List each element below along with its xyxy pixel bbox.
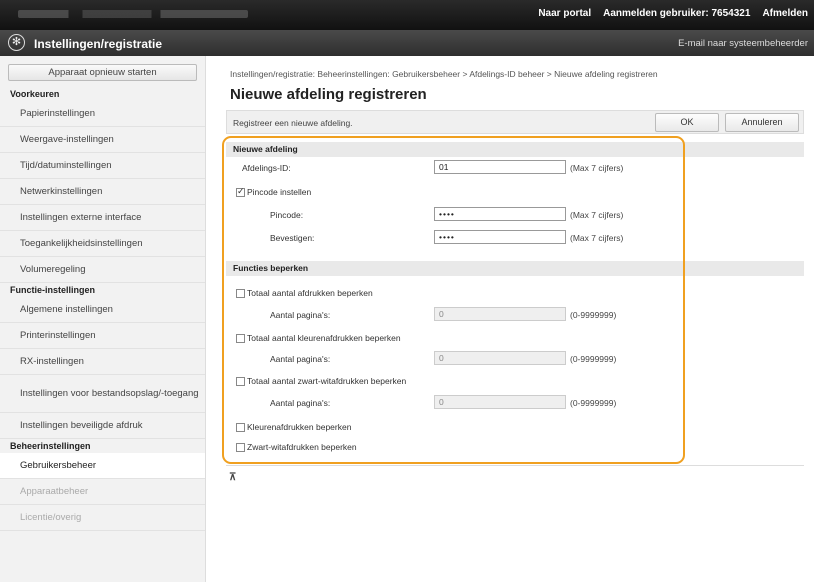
sidebar-item-rx-settings[interactable]: RX-instellingen xyxy=(0,349,205,375)
restrict-bw-label: Zwart-witafdrukken beperken xyxy=(247,442,357,452)
sidebar-group-preferences: Voorkeuren xyxy=(10,89,60,99)
panel-bottom-divider xyxy=(226,465,804,466)
color-prints-range: (0-9999999) xyxy=(570,354,617,364)
sidebar-item-secure-print[interactable]: Instellingen beveiligde afdruk xyxy=(0,413,205,439)
pin-hint: (Max 7 cijfers) xyxy=(570,210,624,220)
sidebar-item-volume[interactable]: Volumeregeling xyxy=(0,257,205,283)
settings-logo-icon: ✻ xyxy=(8,34,25,51)
page-title: Nieuwe afdeling registreren xyxy=(230,86,427,103)
bw-prints-label: Totaal aantal zwart-witafdrukken beperke… xyxy=(247,376,407,386)
sidebar-item-external-interface[interactable]: Instellingen externe interface xyxy=(0,205,205,231)
logout-link[interactable]: Afmelden xyxy=(762,8,808,19)
section-new-department: Nieuwe afdeling xyxy=(226,142,804,157)
action-description: Registreer een nieuwe afdeling. xyxy=(233,118,353,128)
total-prints-pages-label: Aantal pagina's: xyxy=(270,310,331,320)
confirm-pin-hint: (Max 7 cijfers) xyxy=(570,233,624,243)
restrict-color-checkbox[interactable] xyxy=(236,423,245,432)
sidebar-item-device-management[interactable]: Apparaatbeheer xyxy=(0,479,205,505)
action-bar: Registreer een nieuwe afdeling. OK Annul… xyxy=(226,110,804,134)
dept-id-field[interactable]: 01 xyxy=(434,160,566,174)
total-prints-checkbox[interactable] xyxy=(236,289,245,298)
sidebar-item-network-settings[interactable]: Netwerkinstellingen xyxy=(0,179,205,205)
section-restrict-functions: Functies beperken xyxy=(226,261,804,276)
top-links: Naar portal Aanmelden gebruiker: 7654321… xyxy=(538,8,808,19)
cancel-button[interactable]: Annuleren xyxy=(725,113,799,132)
sidebar-group-management-settings: Beheerinstellingen xyxy=(10,441,91,451)
form-panel: Nieuwe afdeling Afdelings-ID: 01 (Max 7 … xyxy=(226,140,804,462)
scroll-to-top-icon[interactable]: ⊼ xyxy=(229,472,236,483)
set-pin-label: Pincode instellen xyxy=(247,187,312,197)
app-title: Instellingen/registratie xyxy=(34,37,163,51)
bw-prints-pages-label: Aantal pagina's: xyxy=(270,398,331,408)
total-prints-label: Totaal aantal afdrukken beperken xyxy=(247,288,373,298)
pin-label: Pincode: xyxy=(270,210,304,220)
color-prints-pages-field[interactable]: 0 xyxy=(434,351,566,365)
ok-button[interactable]: OK xyxy=(655,113,719,132)
color-prints-label: Totaal aantal kleurenafdrukken beperken xyxy=(247,333,401,343)
total-prints-range: (0-9999999) xyxy=(570,310,617,320)
confirm-pin-field[interactable]: •••• xyxy=(434,230,566,244)
sidebar-item-accessibility[interactable]: Toegankelijkheidsinstellingen xyxy=(0,231,205,257)
confirm-pin-label: Bevestigen: xyxy=(270,233,315,243)
logged-in-user: Aanmelden gebruiker: 7654321 xyxy=(603,8,750,19)
logged-in-label: Aanmelden gebruiker: xyxy=(603,8,709,19)
color-prints-checkbox[interactable] xyxy=(236,334,245,343)
restart-device-button[interactable]: Apparaat opnieuw starten xyxy=(8,64,197,81)
user-id: 7654321 xyxy=(711,8,751,19)
sidebar-group-function-settings: Functie-instellingen xyxy=(10,285,96,295)
portal-link[interactable]: Naar portal xyxy=(538,8,591,19)
blurred-header-text xyxy=(18,10,248,18)
sidebar-item-general-settings[interactable]: Algemene instellingen xyxy=(0,297,205,323)
restrict-bw-checkbox[interactable] xyxy=(236,443,245,452)
sidebar-item-printer-settings[interactable]: Printerinstellingen xyxy=(0,323,205,349)
sidebar-item-license-other[interactable]: Licentie/overig xyxy=(0,505,205,531)
sidebar-item-user-management[interactable]: Gebruikersbeheer xyxy=(0,453,205,479)
sidebar-item-time-date-settings[interactable]: Tijd/datuminstellingen xyxy=(0,153,205,179)
bw-prints-pages-field[interactable]: 0 xyxy=(434,395,566,409)
dept-id-label: Afdelings-ID: xyxy=(242,163,291,173)
sidebar-item-file-storage[interactable]: Instellingen voor bestandsopslag/-toegan… xyxy=(0,375,205,413)
mail-admin-link[interactable]: E-mail naar systeembeheerder xyxy=(678,38,808,49)
breadcrumb[interactable]: Instellingen/registratie: Beheerinstelli… xyxy=(230,69,658,79)
color-prints-pages-label: Aantal pagina's: xyxy=(270,354,331,364)
dept-id-hint: (Max 7 cijfers) xyxy=(570,163,624,173)
title-bar: ✻ Instellingen/registratie E-mail naar s… xyxy=(0,30,814,56)
sidebar-item-paper-settings[interactable]: Papierinstellingen xyxy=(0,101,205,127)
bw-prints-checkbox[interactable] xyxy=(236,377,245,386)
pin-field[interactable]: •••• xyxy=(434,207,566,221)
total-prints-pages-field[interactable]: 0 xyxy=(434,307,566,321)
bw-prints-range: (0-9999999) xyxy=(570,398,617,408)
sidebar: Apparaat opnieuw starten Voorkeuren Papi… xyxy=(0,56,206,582)
restrict-color-label: Kleurenafdrukken beperken xyxy=(247,422,352,432)
top-bar: Naar portal Aanmelden gebruiker: 7654321… xyxy=(0,0,814,30)
set-pin-checkbox[interactable] xyxy=(236,186,245,197)
sidebar-item-display-settings[interactable]: Weergave-instellingen xyxy=(0,127,205,153)
